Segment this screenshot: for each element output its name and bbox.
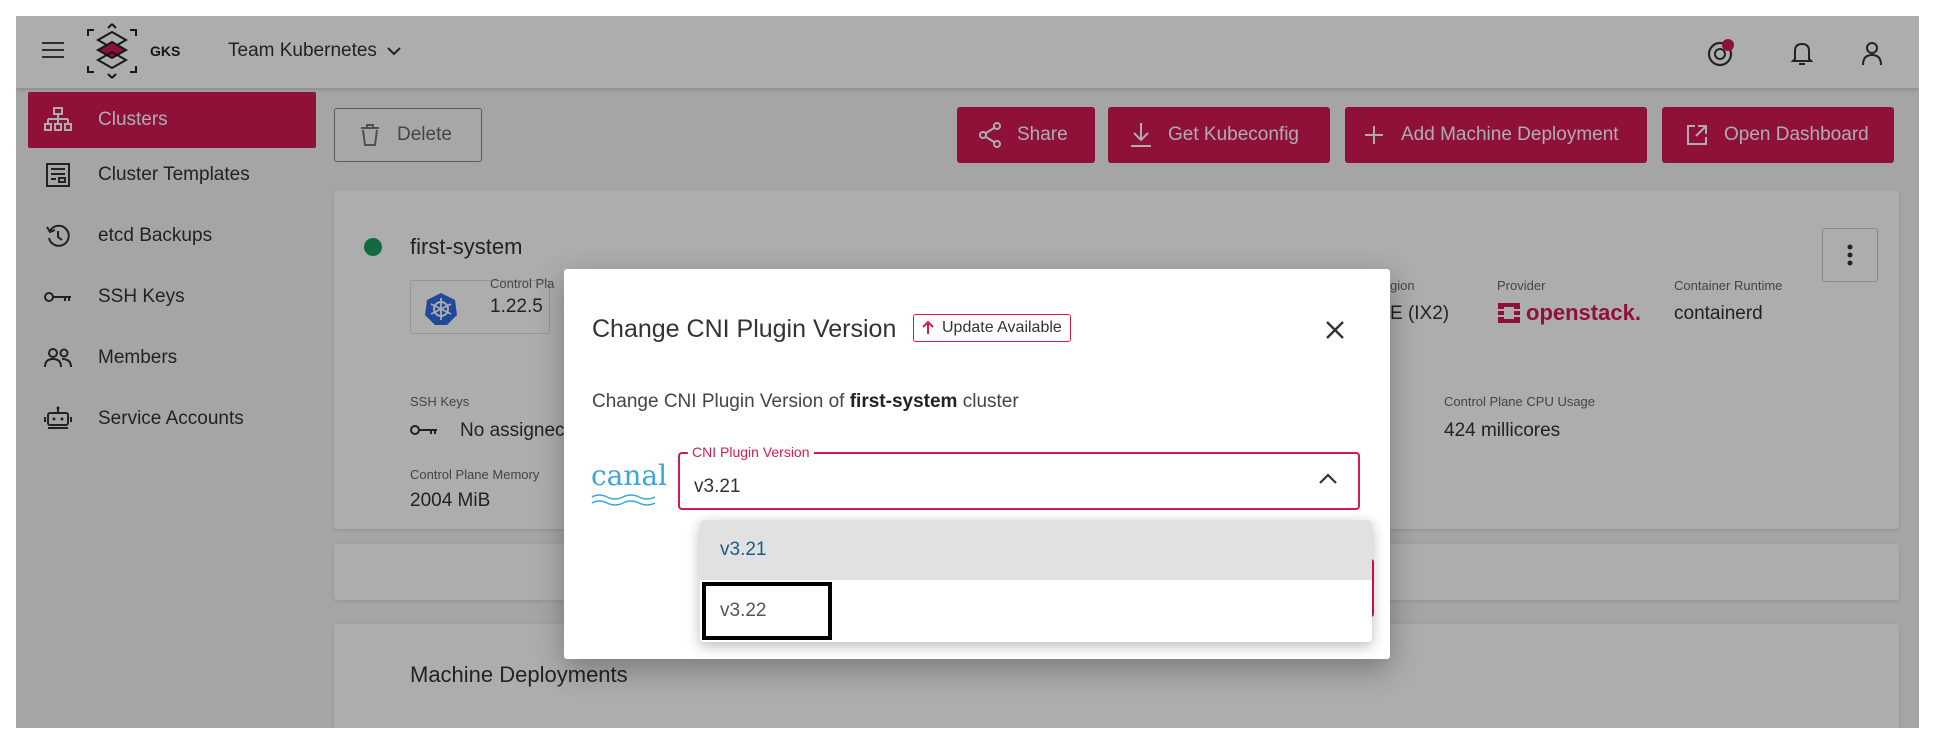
- wave-icon: [591, 494, 656, 506]
- desc-prefix: Change CNI Plugin Version of: [592, 391, 850, 412]
- badge-label: Update Available: [942, 319, 1062, 336]
- arrow-up-icon: [922, 321, 934, 334]
- dialog-title: Change CNI Plugin Version: [592, 315, 897, 343]
- cni-version-options: v3.21 v3.22: [700, 520, 1372, 642]
- close-icon: [1326, 321, 1344, 339]
- cni-version-value: v3.21: [694, 476, 741, 497]
- page: GKS Team Kubernetes Clusters Cluster Tem…: [0, 0, 1935, 742]
- chevron-up-icon: [1319, 473, 1337, 484]
- cni-version-label: CNI Plugin Version: [688, 444, 814, 460]
- app-window: GKS Team Kubernetes Clusters Cluster Tem…: [16, 16, 1919, 728]
- desc-suffix: cluster: [957, 391, 1019, 412]
- canal-logo: canal: [591, 459, 667, 509]
- desc-cluster-name: first-system: [849, 391, 958, 412]
- highlight-box: [702, 582, 832, 640]
- close-button[interactable]: [1317, 312, 1353, 348]
- update-available-badge: Update Available: [913, 314, 1071, 342]
- cni-version-select[interactable]: CNI Plugin Version v3.21: [678, 444, 1360, 510]
- dialog-description: Change CNI Plugin Version of first-syste…: [592, 391, 1019, 413]
- canal-logo-text: canal: [591, 459, 668, 492]
- option-v3-21[interactable]: v3.21: [700, 520, 1372, 580]
